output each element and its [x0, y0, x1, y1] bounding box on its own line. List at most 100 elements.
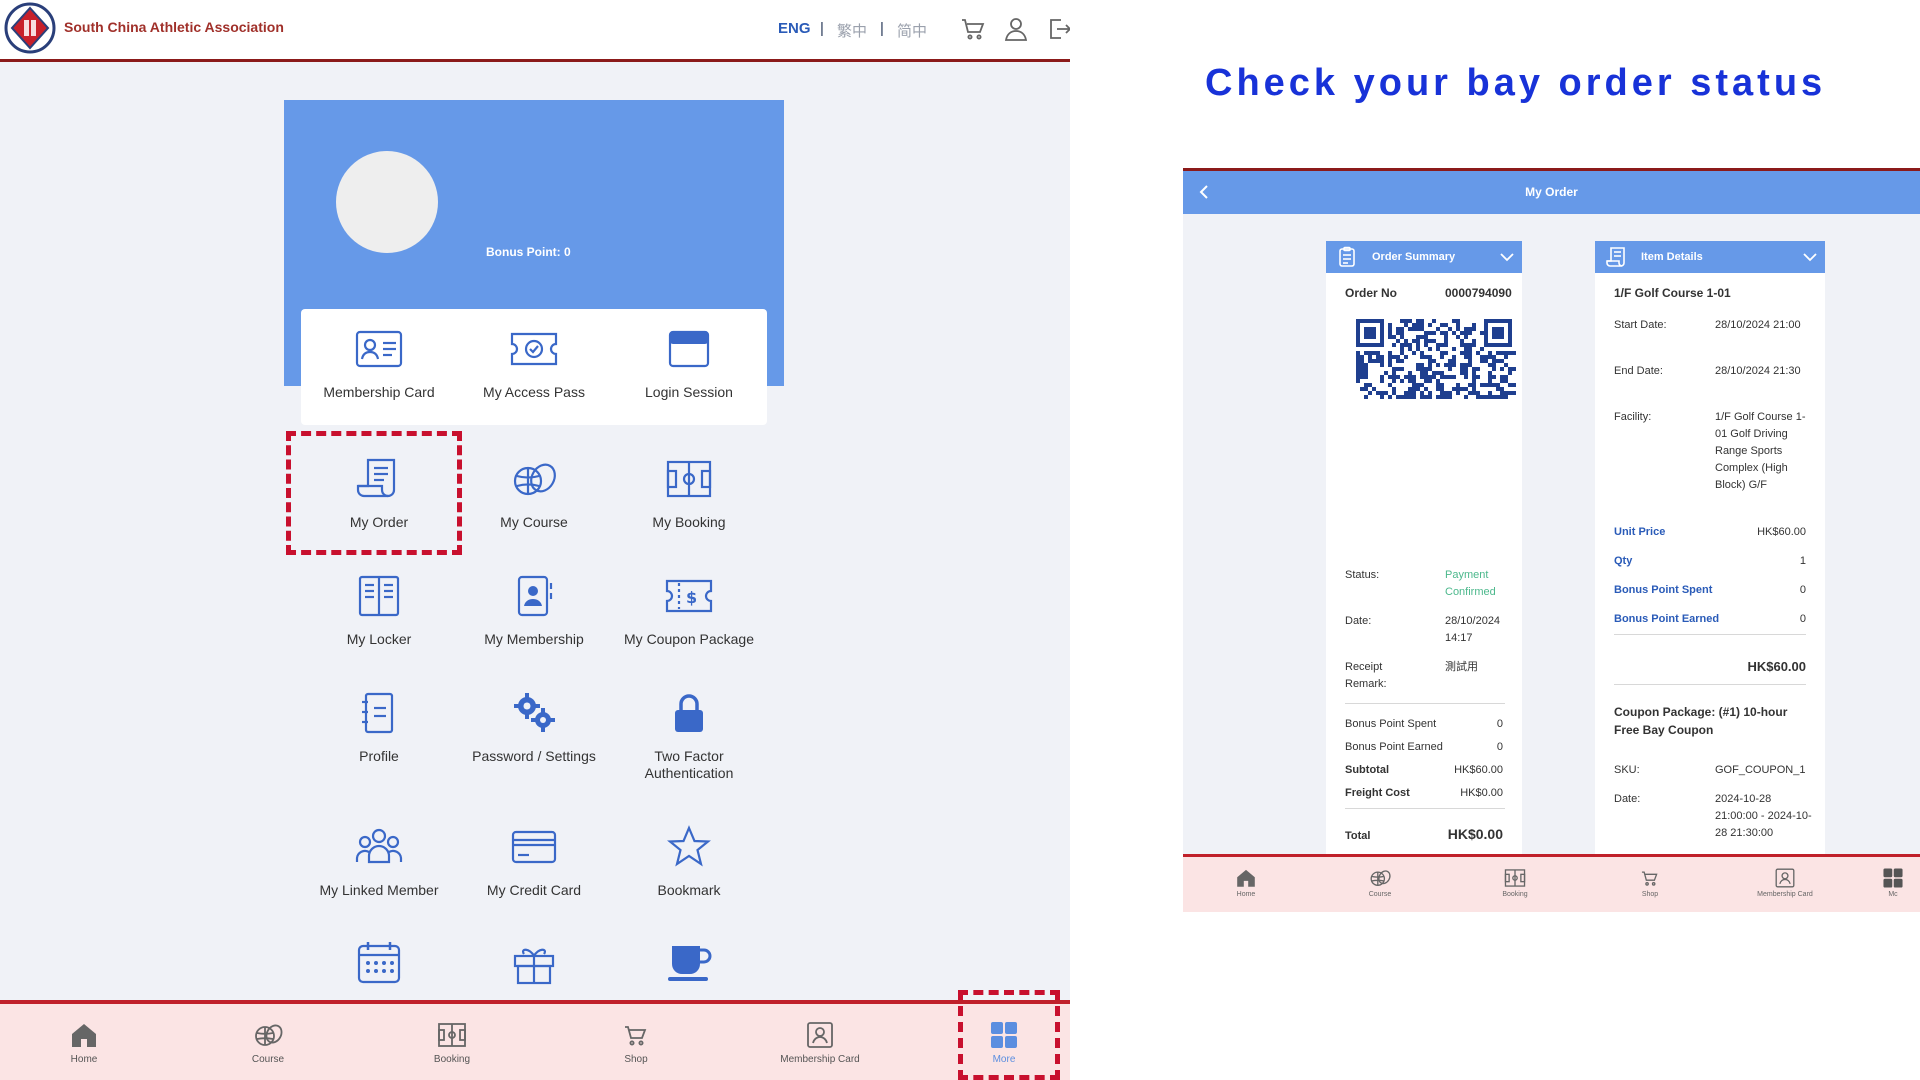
member-book-icon [509, 573, 559, 619]
total-value: HK$0.00 [1447, 826, 1503, 842]
start-date-label: Start Date: [1614, 319, 1667, 331]
association-logo[interactable] [4, 2, 56, 54]
avatar[interactable] [336, 151, 438, 253]
item-total: HK$60.00 [1747, 659, 1806, 674]
window-icon [664, 326, 714, 372]
credit-card-icon [509, 824, 559, 870]
bp-spent-value: 0 [1799, 584, 1806, 596]
cart-icon[interactable] [960, 16, 986, 42]
calendar-icon [354, 940, 404, 986]
unit-price-label: Unit Price [1614, 526, 1666, 538]
logout-icon[interactable] [1046, 16, 1070, 42]
status-label: Status: [1345, 569, 1380, 581]
nav-booking[interactable]: Booking [397, 1020, 507, 1065]
highlight-my-order [286, 431, 462, 555]
nav-label: Home [1236, 891, 1256, 898]
nav-more[interactable]: Mc [1873, 867, 1913, 898]
menu-label: Password / Settings [472, 748, 596, 764]
sports-balls-icon [253, 1020, 283, 1050]
nav-booking[interactable]: Booking [1470, 867, 1560, 898]
top-bar: South China Athletic Association ENG | 繁… [0, 0, 1070, 62]
svg-text:$: $ [686, 588, 697, 607]
status-value: Payment Confirmed [1445, 569, 1496, 598]
receipt-remark-value: 測試用 [1445, 661, 1478, 673]
my-order-screen: My Order Order Summary Order No 00007940… [1183, 168, 1920, 912]
nav-membership-card[interactable]: Membership Card [765, 1020, 875, 1065]
menu-two-factor-auth[interactable]: Two Factor Authentication [611, 690, 767, 782]
menu-label: Bookmark [657, 882, 721, 898]
member-app-screen: South China Athletic Association ENG | 繁… [0, 0, 1070, 1080]
menu-my-booking[interactable]: My Booking [611, 456, 767, 531]
order-no-label: Order No [1345, 286, 1398, 300]
sku-label: SKU: [1614, 764, 1640, 776]
item-details-header[interactable]: Item Details [1595, 241, 1825, 273]
divider [1614, 684, 1806, 685]
quick-link-label: Login Session [645, 384, 733, 400]
user-icon[interactable] [1003, 16, 1029, 42]
coupon-icon: $ [664, 573, 714, 619]
court-icon [437, 1020, 467, 1050]
nav-label: Course [251, 1054, 285, 1065]
menu-my-credit-card[interactable]: My Credit Card [456, 824, 612, 899]
lang-english[interactable]: ENG [778, 20, 811, 37]
panel-title: Order Summary [1372, 251, 1456, 263]
menu-profile[interactable]: Profile [301, 690, 457, 765]
menu-bookmark[interactable]: Bookmark [611, 824, 767, 899]
sports-balls-icon [1369, 867, 1391, 889]
id-card-icon [354, 326, 404, 372]
nav-course[interactable]: Course [213, 1020, 323, 1065]
menu-item-gift[interactable] [456, 940, 612, 998]
unit-price-value: HK$60.00 [1757, 526, 1806, 538]
headline: Check your bay order status [1205, 62, 1827, 104]
lang-separator: | [880, 20, 884, 37]
quick-link-login-session[interactable]: Login Session [611, 326, 767, 401]
my-order-header: My Order [1183, 168, 1920, 214]
nav-label: Mc [1888, 891, 1898, 898]
menu-my-coupon-package[interactable]: $ My Coupon Package [611, 573, 767, 648]
bp-spent-label: Bonus Point Spent [1614, 584, 1713, 596]
quick-link-access-pass[interactable]: My Access Pass [456, 326, 612, 401]
nav-course[interactable]: Course [1335, 867, 1425, 898]
cart-icon [1639, 867, 1661, 889]
menu-my-locker[interactable]: My Locker [301, 573, 457, 648]
menu-label: My Locker [346, 631, 412, 647]
date-value: 28/10/2024 14:17 [1445, 615, 1501, 644]
menu-my-linked-member[interactable]: My Linked Member [301, 824, 457, 899]
divider [1345, 703, 1505, 704]
nav-home[interactable]: Home [1201, 867, 1291, 898]
order-summary-header[interactable]: Order Summary [1326, 241, 1522, 273]
nav-membership-card[interactable]: Membership Card [1740, 867, 1830, 898]
bonus-earned-label: Bonus Point Earned [1345, 741, 1443, 753]
lang-traditional-chinese[interactable]: 繁中 [837, 20, 867, 41]
menu-password-settings[interactable]: Password / Settings [456, 690, 612, 765]
quick-link-membership-card[interactable]: Membership Card [301, 326, 457, 401]
total-label: Total [1345, 830, 1371, 842]
menu-my-course[interactable]: My Course [456, 456, 612, 531]
grid-icon [1882, 867, 1904, 889]
court-icon [664, 456, 714, 502]
cart-icon [621, 1020, 651, 1050]
nav-shop[interactable]: Shop [581, 1020, 691, 1065]
menu-item-cup[interactable] [611, 940, 767, 998]
lock-icon [664, 690, 714, 736]
menu-item-calendar[interactable] [301, 940, 457, 998]
nav-shop[interactable]: Shop [1605, 867, 1695, 898]
order-summary-panel: Order Summary Order No 0000794090 Status… [1326, 241, 1522, 854]
member-card-icon [1774, 867, 1796, 889]
freight-label: Freight Cost [1345, 787, 1410, 799]
lang-simplified-chinese[interactable]: 简中 [897, 20, 927, 41]
end-date-value: 28/10/2024 21:30 [1715, 365, 1801, 377]
freight-value: HK$0.00 [1460, 787, 1503, 799]
home-icon [69, 1020, 99, 1050]
brand-name: South China Athletic Association [64, 19, 284, 35]
cup-icon [664, 940, 714, 986]
my-order-bottom-nav: Home Course Booking Shop Membership Card [1183, 854, 1920, 912]
nav-home[interactable]: Home [29, 1020, 139, 1065]
chevron-down-icon [1803, 251, 1817, 263]
sports-balls-icon [509, 456, 559, 502]
item-details-panel: Item Details 1/F Golf Course 1-01 Start … [1595, 241, 1825, 854]
coupon-date-value: 2024-10-28 21:00:00 - 2024-10-28 21:30:0… [1715, 793, 1812, 839]
home-icon [1235, 867, 1257, 889]
menu-my-membership[interactable]: My Membership [456, 573, 612, 648]
order-qr-code[interactable] [1356, 319, 1516, 399]
